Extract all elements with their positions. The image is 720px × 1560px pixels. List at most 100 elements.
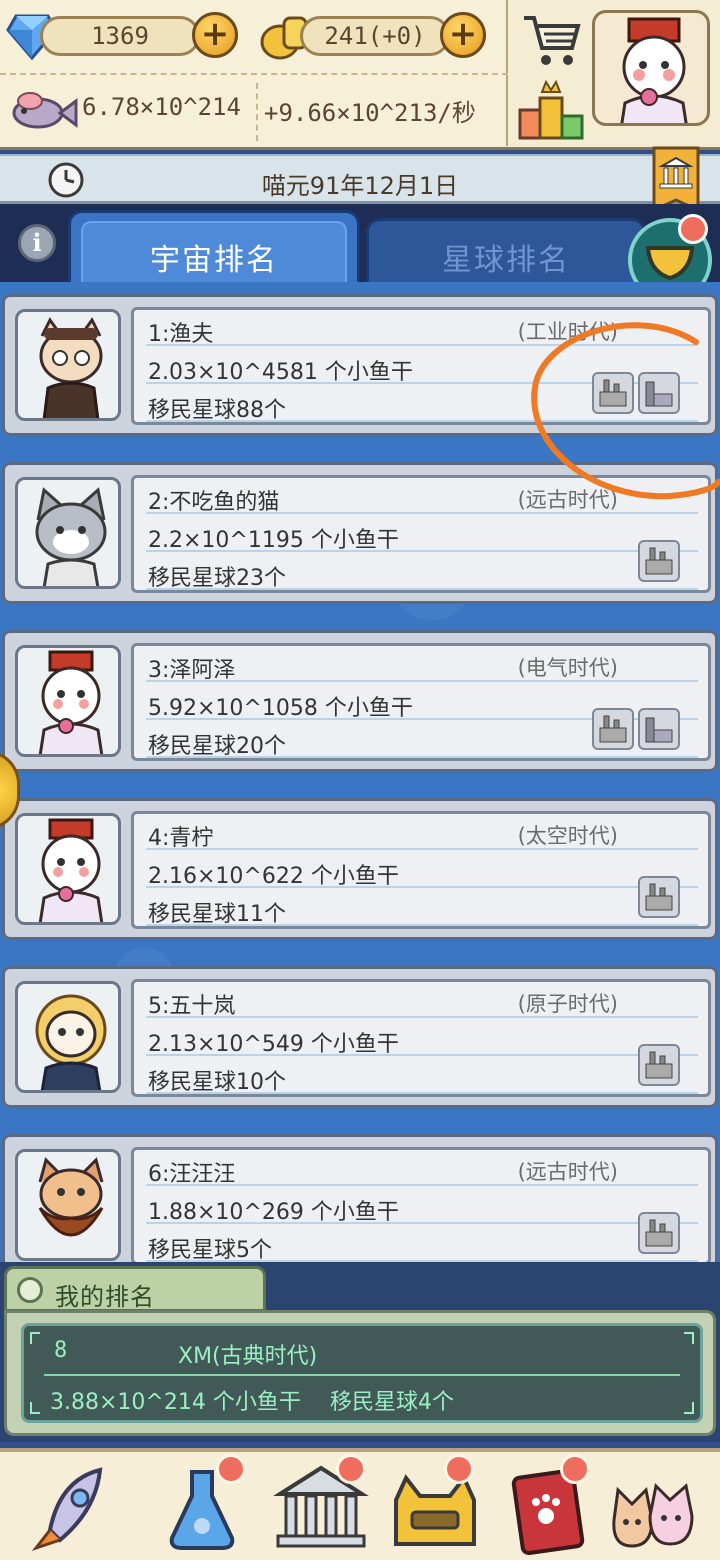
notification-dot xyxy=(336,1454,366,1484)
avatar xyxy=(15,1149,121,1261)
planet-count: 移民星球10个 xyxy=(148,1070,286,1095)
leaderboard-podium-button[interactable] xyxy=(516,80,586,144)
bottom-navigation xyxy=(0,1448,720,1560)
ranking-row[interactable]: 5:五十岚 (原子时代) 2.13×10^549 个小鱼干 移民星球10个 xyxy=(2,966,718,1108)
my-name-era: XM(古典时代) xyxy=(178,1344,318,1369)
player-era: (远古时代) xyxy=(517,1160,618,1184)
avatar xyxy=(15,813,121,925)
player-era: (电气时代) xyxy=(517,656,618,680)
resource-row-fish: 6.78×10^214 +9.66×10^213/秒 xyxy=(0,73,508,146)
player-name: 5:五十岚 xyxy=(148,994,236,1019)
my-ranking-title: 我的排名 xyxy=(55,1283,155,1311)
player-name: 2:不吃鱼的猫 xyxy=(148,490,280,515)
avatar xyxy=(15,981,121,1093)
nav-cat-box-button[interactable] xyxy=(380,1454,490,1556)
row-card: 5:五十岚 (原子时代) 2.13×10^549 个小鱼干 移民星球10个 xyxy=(131,979,711,1097)
fish-rate: +9.66×10^213/秒 xyxy=(264,99,476,127)
tab-planet-ranking[interactable]: 星球排名 xyxy=(366,218,646,284)
era-badges xyxy=(638,540,680,582)
my-ranking-panel: 8 XM(古典时代) 3.88×10^214 个小鱼干 移民星球4个 xyxy=(4,1310,716,1436)
ranking-row[interactable]: 4:青柠 (太空时代) 2.16×10^622 个小鱼干 移民星球11个 xyxy=(2,798,718,940)
nav-museum-button[interactable] xyxy=(266,1454,376,1556)
nav-research-button[interactable] xyxy=(150,1454,260,1556)
factory-icon xyxy=(638,1044,680,1086)
coin-count: 241(+0) xyxy=(300,16,450,56)
gray-cat-icon xyxy=(35,487,107,586)
avatar xyxy=(15,645,121,757)
factory-icon xyxy=(638,1212,680,1254)
planet-count: 移民星球20个 xyxy=(148,734,286,759)
player-era: (原子时代) xyxy=(517,992,618,1016)
era-badges xyxy=(592,708,680,750)
dried-fish-icon xyxy=(12,92,78,129)
row-card: 4:青柠 (太空时代) 2.16×10^622 个小鱼干 移民星球11个 xyxy=(131,811,711,929)
fish-total: 6.78×10^214 xyxy=(82,93,241,121)
tab-planet-label: 星球排名 xyxy=(442,243,570,278)
ranking-row[interactable]: 3:泽阿泽 (电气时代) 5.92×10^1058 个小鱼干 移民星球20个 xyxy=(2,630,718,772)
divider xyxy=(44,1374,680,1376)
add-gems-button[interactable]: + xyxy=(192,12,238,58)
tab-universe-label: 宇宙排名 xyxy=(150,243,278,278)
fish-count: 2.13×10^549 个小鱼干 xyxy=(148,1032,399,1057)
bearded-cat-icon xyxy=(38,1157,104,1237)
my-fish-count: 3.88×10^214 个小鱼干 xyxy=(50,1390,301,1415)
fish-count: 5.92×10^1058 个小鱼干 xyxy=(148,696,413,721)
ranking-row[interactable]: 6:汪汪汪 (远古时代) 1.88×10^269 个小鱼干 移民星球5个 xyxy=(2,1134,718,1276)
notification-dot xyxy=(678,214,708,244)
cat-box-icon xyxy=(394,1474,476,1546)
rocket-icon xyxy=(31,1467,103,1551)
corner-bracket xyxy=(684,1402,694,1414)
opera-cat-icon xyxy=(38,818,104,922)
game-date: 喵元91年12月1日 xyxy=(261,172,459,200)
factory-icon xyxy=(638,540,680,582)
date-bar: 喵元91年12月1日 xyxy=(0,154,720,204)
fish-count: 2.2×10^1195 个小鱼干 xyxy=(148,528,399,553)
fish-count: 1.88×10^269 个小鱼干 xyxy=(148,1200,399,1225)
nav-cats-button[interactable] xyxy=(606,1460,716,1556)
shop-cart-button[interactable] xyxy=(516,8,586,72)
pin-icon xyxy=(17,1277,43,1303)
era-badges xyxy=(638,876,680,918)
tab-universe-ranking[interactable]: 宇宙排名 xyxy=(68,210,360,284)
nav-rocket-button[interactable] xyxy=(20,1460,130,1556)
gem-count: 1369 xyxy=(40,16,200,56)
avatar xyxy=(15,477,121,589)
curly-hair-cat-icon xyxy=(35,994,107,1090)
machine-icon xyxy=(638,708,680,750)
fisher-cat-icon xyxy=(39,317,103,418)
player-name: 6:汪汪汪 xyxy=(148,1162,236,1187)
factory-icon xyxy=(592,708,634,750)
my-ranking-tab: 我的排名 xyxy=(4,1266,266,1312)
my-ranking-screen[interactable]: 8 XM(古典时代) 3.88×10^214 个小鱼干 移民星球4个 xyxy=(21,1323,703,1423)
player-avatar[interactable] xyxy=(592,10,710,126)
player-era: (太空时代) xyxy=(517,824,618,848)
player-name: 3:泽阿泽 xyxy=(148,658,236,683)
corner-bracket xyxy=(30,1332,40,1344)
era-badges xyxy=(638,1212,680,1254)
planet-count: 移民星球88个 xyxy=(148,398,286,423)
planet-count: 移民星球5个 xyxy=(148,1238,272,1263)
planet-count: 移民星球23个 xyxy=(148,566,286,591)
divider xyxy=(256,83,258,141)
avatar xyxy=(15,309,121,421)
factory-icon xyxy=(638,876,680,918)
add-coins-button[interactable]: + xyxy=(440,12,486,58)
resource-bar: 1369 + 241(+0) + 6.78×10^214 +9.66×10^21… xyxy=(0,0,720,150)
corner-bracket xyxy=(684,1332,694,1344)
museum-banner-button[interactable] xyxy=(650,146,702,212)
row-card: 3:泽阿泽 (电气时代) 5.92×10^1058 个小鱼干 移民星球20个 xyxy=(131,643,711,761)
my-planet-count: 移民星球4个 xyxy=(330,1390,454,1415)
corner-bracket xyxy=(30,1402,40,1414)
my-rank-number: 8 xyxy=(54,1338,68,1363)
nav-book-button[interactable] xyxy=(500,1454,610,1556)
planet-count: 移民星球11个 xyxy=(148,902,286,927)
info-icon[interactable]: i xyxy=(18,224,56,262)
era-badges xyxy=(638,1044,680,1086)
my-ranking-section: 我的排名 8 XM(古典时代) 3.88×10^214 个小鱼干 移民星球4个 xyxy=(0,1262,720,1442)
player-name: 1:渔夫 xyxy=(148,322,214,347)
row-card: 6:汪汪汪 (远古时代) 1.88×10^269 个小鱼干 移民星球5个 xyxy=(131,1147,711,1265)
resource-row-currency: 1369 + 241(+0) + xyxy=(0,0,508,73)
ranking-list[interactable]: 1:渔夫 (工业时代) 2.03×10^4581 个小鱼干 移民星球88个 2:… xyxy=(0,282,720,1276)
fish-count: 2.03×10^4581 个小鱼干 xyxy=(148,360,413,385)
player-name: 4:青柠 xyxy=(148,826,214,851)
